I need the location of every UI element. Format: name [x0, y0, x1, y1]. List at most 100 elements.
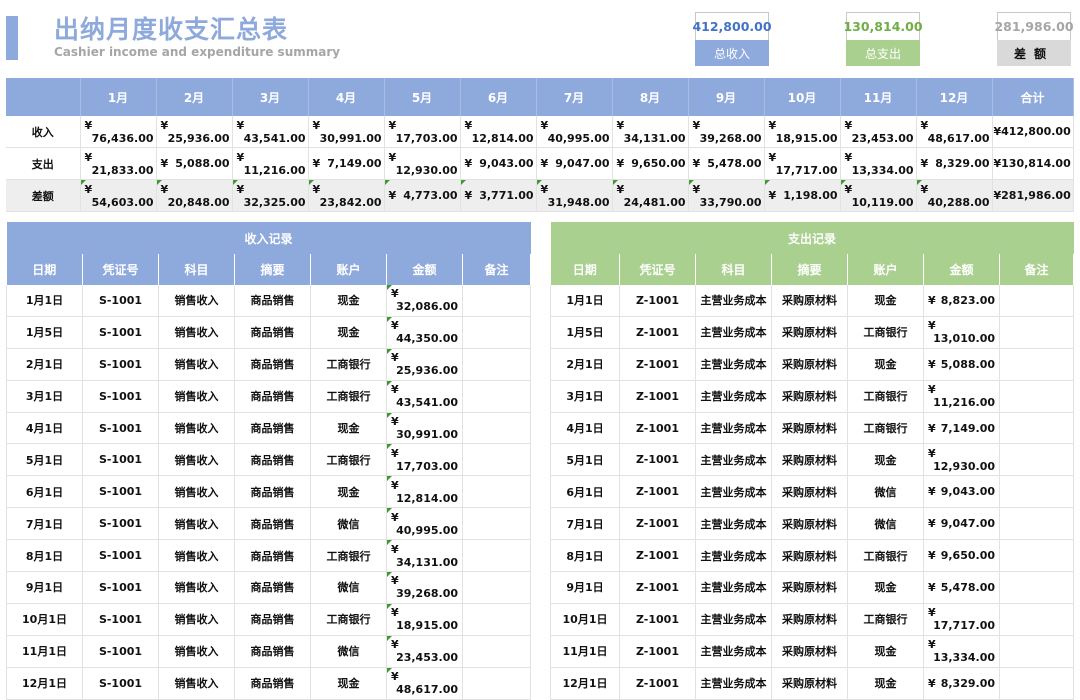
- currency-symbol: ¥: [391, 574, 399, 588]
- summary-month-header: 11月: [840, 78, 917, 116]
- income-date-cell: 1月5日: [6, 316, 83, 349]
- expense-amount-cell: ¥17,717.00: [923, 603, 1000, 636]
- cell-flag-marker: [387, 285, 392, 290]
- summary-month-header: 5月: [384, 78, 461, 116]
- income-note-cell: [462, 507, 532, 541]
- currency-symbol: ¥: [928, 549, 936, 563]
- table-row: 1月5日 Z-1001 主营业务成本 采购原材料 工商银行 ¥13,010.00: [550, 316, 1075, 349]
- income-account-cell: 现金: [310, 475, 387, 509]
- amount-value: 12,930.00: [933, 459, 995, 473]
- expense-date-cell: 1月1日: [550, 285, 620, 317]
- currency-symbol: ¥: [540, 118, 549, 132]
- expense-voucher-cell: Z-1001: [619, 285, 696, 317]
- income-subject-cell: 销售收入: [158, 412, 235, 445]
- summary-month-value: ¥8,329.00: [916, 147, 993, 180]
- table-row: 8月1日 S-1001 销售收入 商品销售 工商银行 ¥34,131.00: [6, 539, 532, 573]
- income-date-cell: 4月1日: [6, 412, 83, 445]
- summary-month-value: ¥48,617.00: [916, 116, 993, 148]
- currency-symbol: ¥: [928, 580, 936, 594]
- expense-date-cell: 12月1日: [550, 667, 620, 700]
- currency-symbol: ¥: [928, 446, 936, 460]
- currency-symbol: ¥: [391, 383, 399, 397]
- income-voucher-cell: S-1001: [82, 603, 159, 636]
- income-amount-cell: ¥32,086.00: [386, 285, 463, 317]
- income-amount-cell: ¥48,617.00: [386, 667, 463, 700]
- expense-summary-cell: 采购原材料: [771, 507, 848, 541]
- summary-month-value: ¥33,790.00: [688, 179, 765, 212]
- income-summary-cell: 商品销售: [234, 507, 311, 541]
- table-row: 11月1日 Z-1001 主营业务成本 采购原材料 现金 ¥13,334.00: [550, 635, 1075, 668]
- income-voucher-cell: S-1001: [82, 667, 159, 700]
- summary-month-value: ¥30,991.00: [308, 116, 385, 148]
- income-date-cell: 1月1日: [6, 285, 83, 317]
- summary-month-value: ¥40,995.00: [536, 116, 613, 148]
- expense-voucher-cell: Z-1001: [619, 380, 696, 413]
- cell-flag-marker: [80, 180, 86, 185]
- amount-value: 13,334.00: [933, 651, 995, 665]
- amount-value: 39,268.00: [699, 131, 762, 145]
- summary-month-value: ¥18,915.00: [764, 116, 841, 148]
- income-subject-cell: 销售收入: [158, 635, 235, 668]
- summary-total-value: ¥130,814.00: [992, 147, 1074, 180]
- income-amount-cell: ¥40,995.00: [386, 507, 463, 541]
- cell-flag-marker: [384, 180, 390, 185]
- expense-note-cell: [999, 348, 1075, 381]
- currency-symbol: ¥: [464, 189, 473, 202]
- expense-date-cell: 8月1日: [550, 539, 620, 573]
- cell-flag-marker: [387, 380, 392, 386]
- table-row: 6月1日 S-1001 销售收入 商品销售 现金 ¥12,814.00: [6, 475, 532, 509]
- expense-subject-cell: 主营业务成本: [695, 635, 772, 668]
- currency-symbol: ¥: [540, 182, 549, 196]
- amount-value: 17,703.00: [395, 131, 458, 145]
- expense-voucher-cell: Z-1001: [619, 635, 696, 668]
- expense-amount-cell: ¥9,047.00: [923, 507, 1000, 541]
- expense-note-cell: [999, 380, 1075, 413]
- currency-symbol: ¥: [84, 150, 93, 164]
- currency-symbol: ¥: [844, 182, 853, 196]
- income-summary-cell: 商品销售: [234, 380, 311, 413]
- page-subtitle: Cashier income and expenditure summary: [54, 45, 341, 59]
- cell-flag-marker: [387, 572, 392, 578]
- amount-value: 76,436.00: [91, 131, 154, 145]
- page-title: 出纳月度收支汇总表: [54, 15, 289, 44]
- expense-note-cell: [999, 603, 1075, 636]
- table-row: 9月1日 S-1001 销售收入 商品销售 微信 ¥39,268.00: [6, 571, 532, 604]
- summary-month-value: ¥31,948.00: [536, 179, 613, 212]
- table-row: 2月1日 S-1001 销售收入 商品销售 工商银行 ¥25,936.00: [6, 348, 532, 381]
- income-summary-cell: 商品销售: [234, 539, 311, 573]
- currency-symbol: ¥: [236, 182, 245, 196]
- currency-symbol: ¥: [160, 157, 169, 170]
- summary-month-value: ¥12,930.00: [384, 147, 461, 180]
- expense-summary-cell: 采购原材料: [771, 667, 848, 700]
- income-date-cell: 7月1日: [6, 507, 83, 541]
- currency-symbol: ¥: [928, 485, 936, 499]
- currency-symbol: ¥: [391, 287, 399, 301]
- summary-month-header: 10月: [764, 78, 841, 116]
- kpi-total-income-value: 412,800.00: [692, 12, 772, 40]
- summary-month-value: ¥10,119.00: [840, 179, 917, 212]
- currency-symbol: ¥: [391, 446, 399, 460]
- expense-voucher-cell: Z-1001: [619, 443, 696, 477]
- amount-value: 17,717.00: [775, 163, 838, 177]
- expense-date-cell: 10月1日: [550, 603, 620, 636]
- currency-symbol: ¥: [84, 182, 93, 196]
- expense-amount-cell: ¥11,216.00: [923, 380, 1000, 413]
- amount-value: 7,149.00: [940, 421, 995, 435]
- expense-summary-cell: 采购原材料: [771, 603, 848, 636]
- summary-month-value: ¥39,268.00: [688, 116, 765, 148]
- income-note-cell: [462, 475, 532, 509]
- expense-summary-cell: 采购原材料: [771, 316, 848, 349]
- currency-symbol: ¥: [616, 182, 625, 196]
- table-row: 11月1日 S-1001 销售收入 商品销售 微信 ¥23,453.00: [6, 635, 532, 668]
- expense-date-cell: 1月5日: [550, 316, 620, 349]
- currency-symbol: ¥: [312, 157, 321, 170]
- expense-note-cell: [999, 475, 1075, 509]
- income-summary-cell: 商品销售: [234, 571, 311, 604]
- table-row: 7月1日 Z-1001 主营业务成本 采购原材料 微信 ¥9,047.00: [550, 507, 1075, 541]
- summary-month-value: ¥23,453.00: [840, 116, 917, 148]
- expense-account-cell: 现金: [847, 285, 924, 317]
- table-row: 8月1日 Z-1001 主营业务成本 采购原材料 工商银行 ¥9,650.00: [550, 539, 1075, 573]
- amount-value: 7,149.00: [327, 157, 382, 170]
- income-account-cell: 工商银行: [310, 443, 387, 477]
- amount-value: 23,842.00: [319, 195, 382, 209]
